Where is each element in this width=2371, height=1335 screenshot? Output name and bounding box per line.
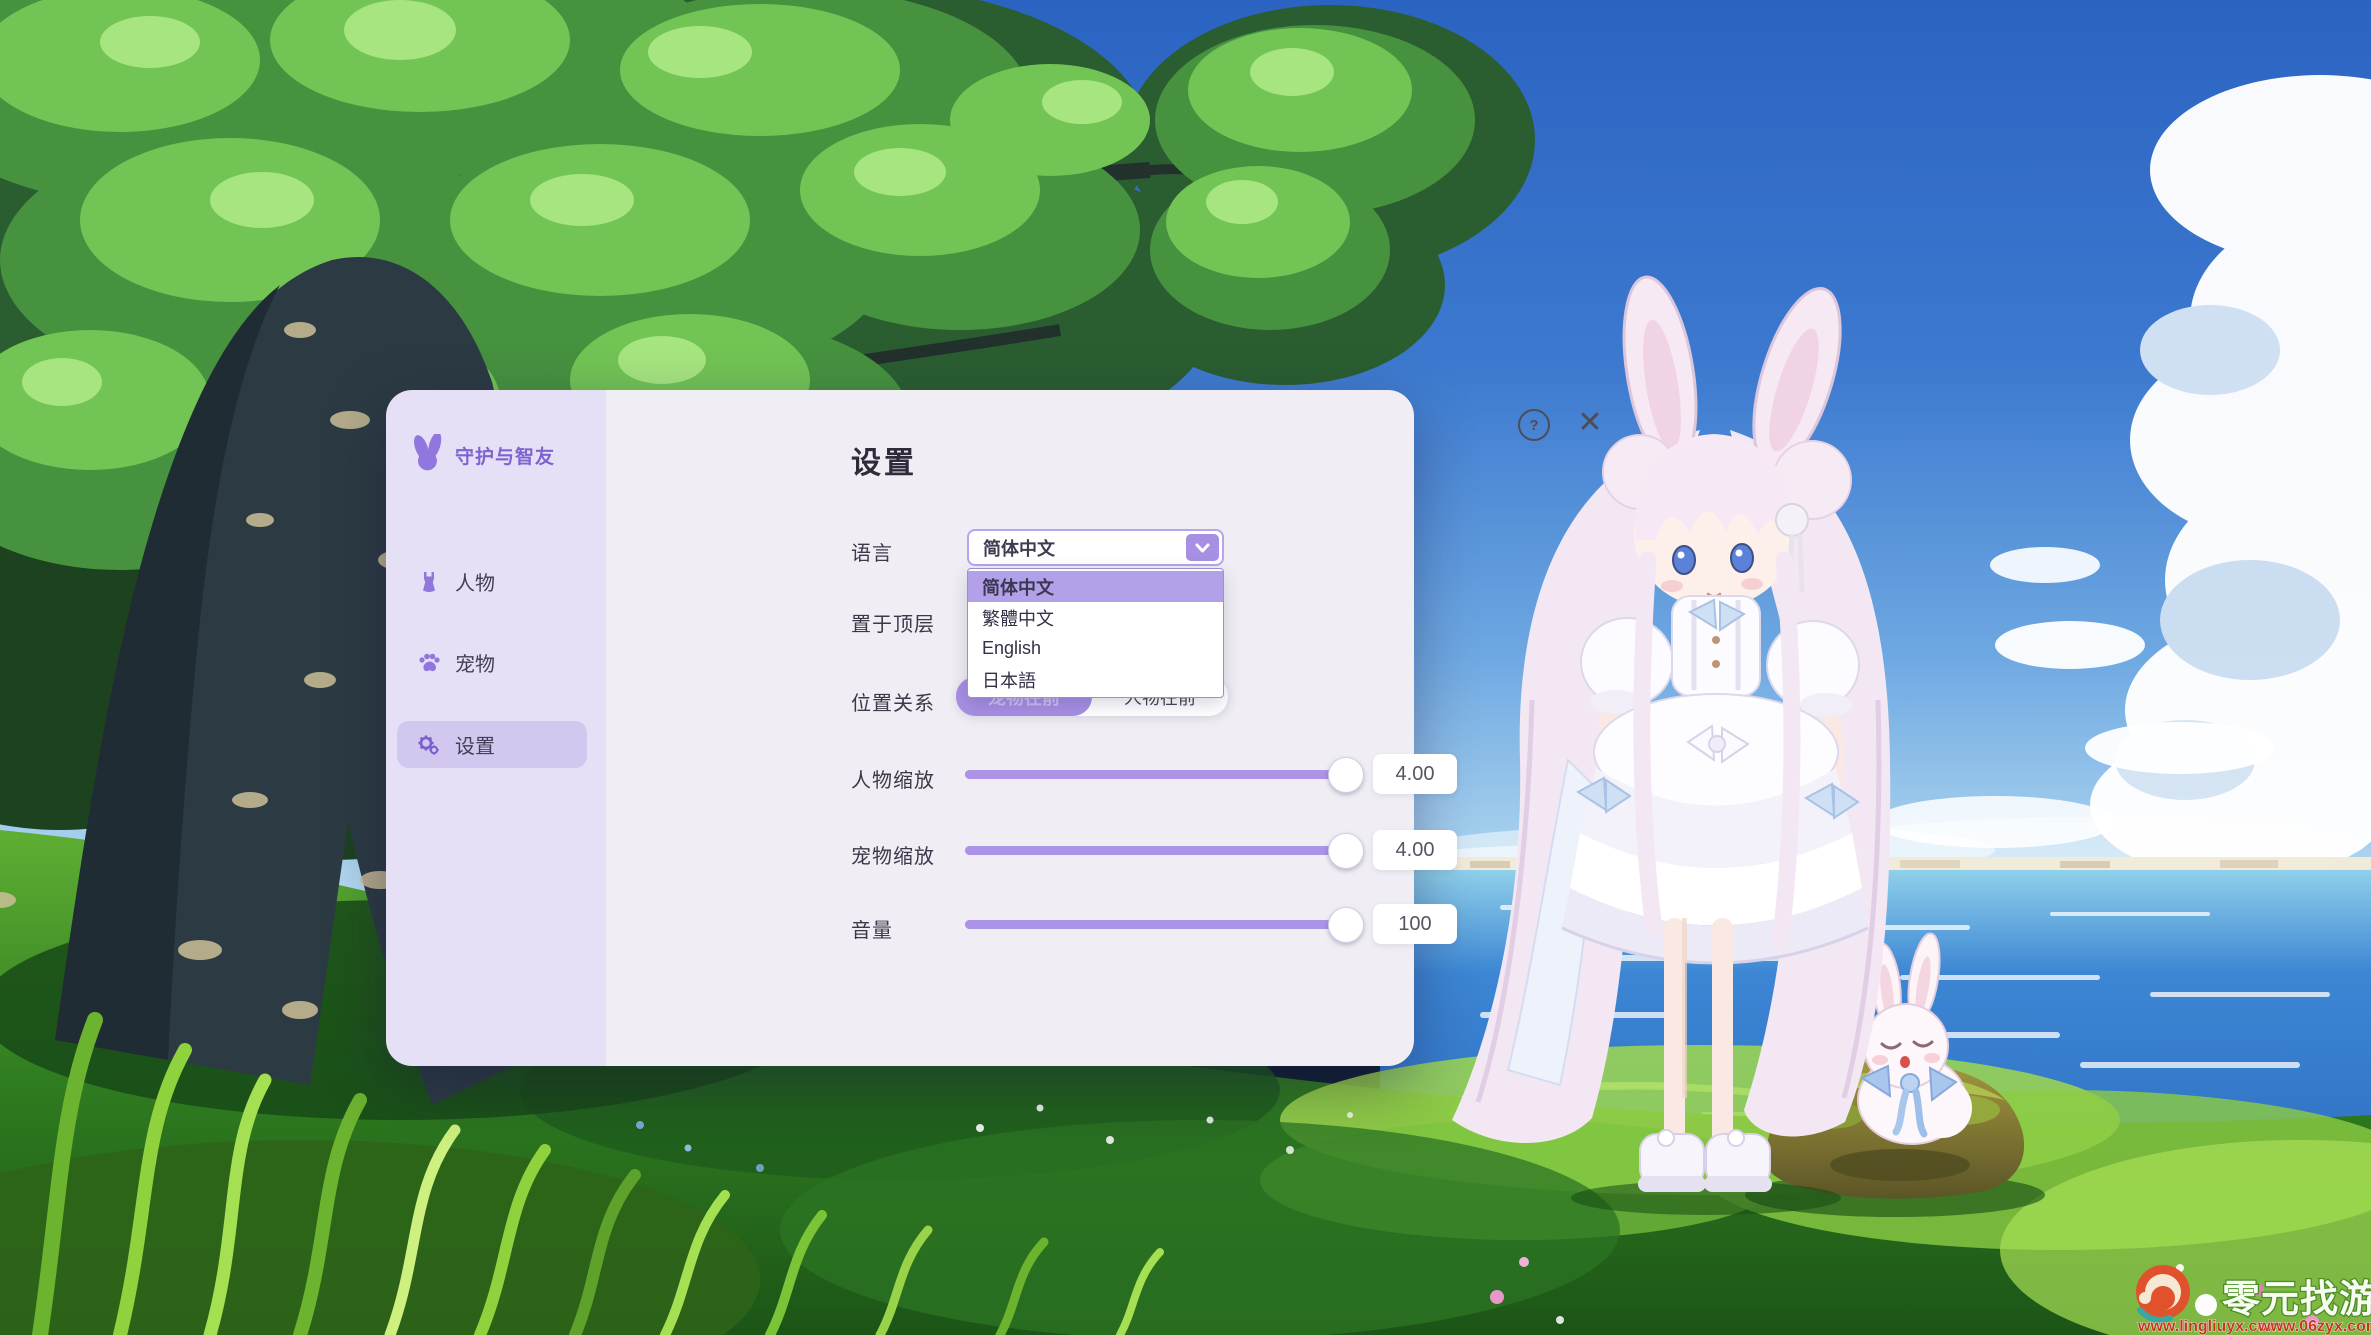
close-icon: ✕ [1577, 405, 1602, 440]
pet-paw-icon [417, 651, 441, 675]
watermark-title: 零元找游戏 [2222, 1279, 2371, 1321]
chevron-down-icon[interactable] [1186, 534, 1219, 561]
desktop: 零元找游戏 www.lingliuyx.com www.06zyx.com 守护… [0, 0, 2371, 1335]
settings-panel: ? ✕ 设置 语言 简体中文 简体中文 繁體中文 English 日本語 置于顶… [606, 390, 1414, 1066]
slider-fill [965, 770, 1362, 779]
sidebar-item-character[interactable]: 人物 [397, 558, 587, 605]
logo-row: 守护与智友 [410, 434, 555, 477]
help-button[interactable]: ? [1518, 409, 1550, 441]
dropdown-option-english[interactable]: English [968, 633, 1223, 664]
dropdown-option-traditional-chinese[interactable]: 繁體中文 [968, 602, 1223, 633]
volume-row: 音量 100 [606, 904, 1414, 944]
sidebar-item-label: 宠物 [455, 648, 495, 677]
slider-thumb[interactable] [1328, 833, 1364, 869]
sidebar: 守护与智友 人物 宠物 [386, 390, 606, 1066]
position-relation-label: 位置关系 [851, 687, 935, 716]
sidebar-item-pet[interactable]: 宠物 [397, 639, 587, 686]
help-icon: ? [1529, 417, 1538, 434]
character-scale-value[interactable]: 4.00 [1373, 754, 1457, 794]
volume-value[interactable]: 100 [1373, 904, 1457, 944]
app-logo-bunny-icon [410, 434, 446, 477]
settings-gear-icon [417, 733, 441, 757]
sidebar-item-label: 设置 [455, 730, 495, 759]
settings-dialog: 守护与智友 人物 宠物 [386, 390, 1414, 1066]
language-select-value: 简体中文 [983, 535, 1055, 561]
dropdown-option-simplified-chinese[interactable]: 简体中文 [968, 571, 1223, 602]
pet-scale-value[interactable]: 4.00 [1373, 830, 1457, 870]
always-on-top-label: 置于顶层 [851, 608, 935, 637]
pet-scale-slider[interactable] [965, 846, 1362, 855]
language-select[interactable]: 简体中文 [967, 529, 1224, 566]
slider-fill [965, 846, 1362, 855]
language-dropdown: 简体中文 繁體中文 English 日本語 [967, 568, 1224, 698]
slider-thumb[interactable] [1328, 907, 1364, 943]
character-scale-slider[interactable] [965, 770, 1362, 779]
volume-label: 音量 [851, 914, 893, 943]
language-label: 语言 [851, 537, 893, 566]
page-title: 设置 [851, 438, 917, 482]
pet-scale-label: 宠物缩放 [851, 840, 935, 869]
sidebar-item-settings[interactable]: 设置 [397, 721, 587, 768]
slider-thumb[interactable] [1328, 757, 1364, 793]
pet-scale-row: 宠物缩放 4.00 [606, 830, 1414, 870]
character-icon [417, 570, 441, 594]
dropdown-option-japanese[interactable]: 日本語 [968, 664, 1223, 695]
character-scale-label: 人物缩放 [851, 764, 935, 793]
character-scale-row: 人物缩放 4.00 [606, 754, 1414, 794]
sidebar-item-label: 人物 [455, 567, 495, 596]
watermark-url-2: www.06zyx.com [2257, 1318, 2371, 1335]
slider-fill [965, 920, 1362, 929]
volume-slider[interactable] [965, 920, 1362, 929]
app-title: 守护与智友 [455, 442, 555, 469]
close-button[interactable]: ✕ [1572, 404, 1608, 440]
